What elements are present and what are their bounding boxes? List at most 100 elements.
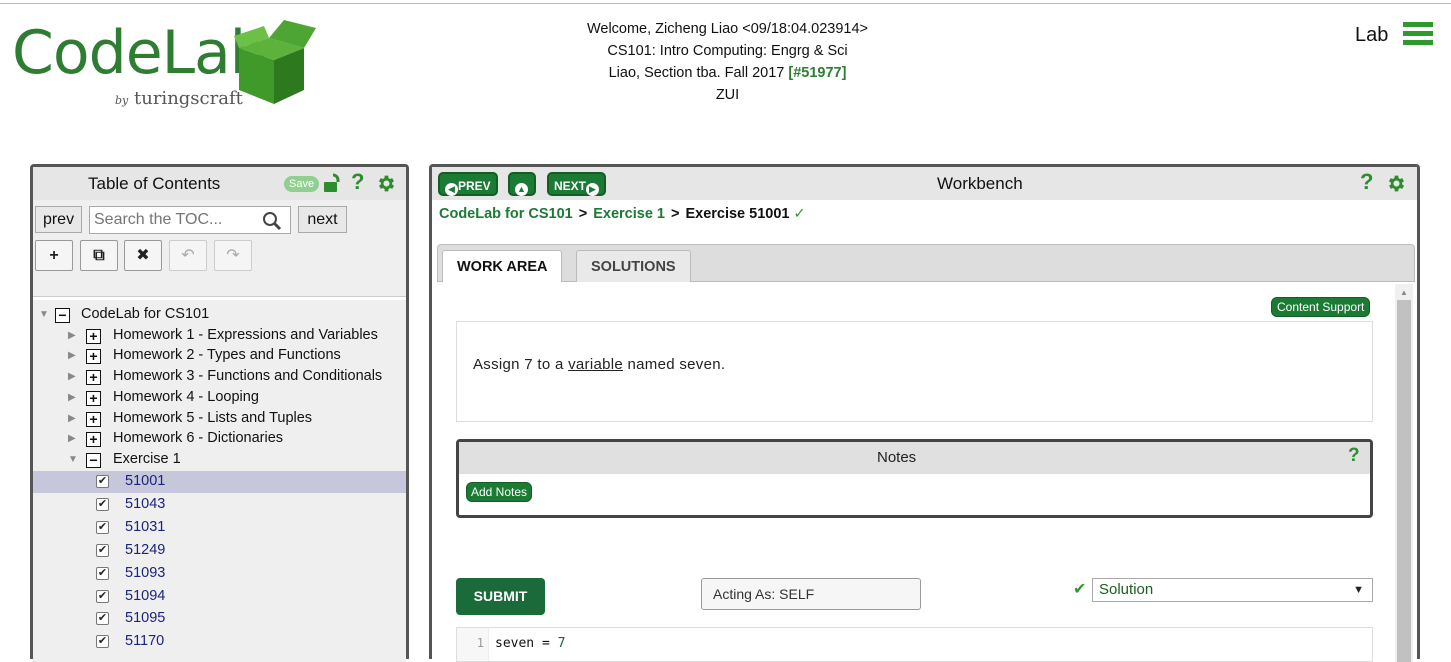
prompt-text: Assign 7 to a variable named seven. — [473, 356, 726, 373]
exercise-item-selected[interactable]: ✔ 51001 — [33, 471, 406, 493]
checkbox-icon[interactable]: ✔ — [96, 521, 109, 534]
gear-icon[interactable] — [1386, 173, 1407, 194]
collapse-triangle-icon[interactable]: ▼ — [68, 454, 78, 465]
exercise-item[interactable]: ✔ 51249 — [33, 540, 406, 562]
next-exercise-button[interactable]: NEXT ▶ — [547, 172, 607, 196]
scroll-up-icon[interactable]: ▲ — [1400, 288, 1408, 297]
notes-panel: Notes ? Add Notes — [456, 439, 1373, 518]
expand-icon[interactable]: + — [86, 349, 101, 364]
scrollbar[interactable]: ▲ — [1395, 284, 1413, 662]
breadcrumb: CodeLab for CS101 > Exercise 1 > Exercise 51… — [439, 206, 806, 222]
exercise-item[interactable]: ✔ 51094 — [33, 586, 406, 608]
acting-as-field[interactable]: Acting As: SELF — [701, 578, 921, 610]
workbench-title: Workbench — [937, 174, 1023, 193]
help-icon[interactable]: ? — [1360, 169, 1373, 195]
next-button[interactable]: next — [298, 206, 347, 233]
chevron-down-icon: ▼ — [1353, 584, 1364, 596]
breadcrumb-current: Exercise 51001 — [685, 206, 790, 222]
toc-title: Table of Contents — [88, 174, 221, 193]
expand-triangle-icon[interactable]: ▶ — [68, 371, 76, 382]
checkbox-icon[interactable]: ✔ — [96, 567, 109, 580]
toc-search — [89, 206, 291, 234]
variable-link[interactable]: variable — [568, 356, 623, 373]
expand-triangle-icon[interactable]: ▶ — [68, 330, 76, 341]
prev-button[interactable]: prev — [35, 206, 82, 233]
expand-triangle-icon[interactable]: ▶ — [68, 413, 76, 424]
tabs-bar: WORK AREA SOLUTIONS — [437, 244, 1415, 282]
redo-icon[interactable]: ↷ — [214, 240, 252, 271]
course-title: CS101: Intro Computing: Engrg & Sci — [607, 43, 848, 59]
breadcrumb-section-link[interactable]: Exercise 1 — [593, 206, 665, 222]
gear-icon[interactable] — [376, 173, 397, 194]
save-button[interactable]: Save — [284, 176, 320, 192]
breadcrumb-root-link[interactable]: CodeLab for CS101 — [439, 206, 573, 222]
help-icon[interactable]: ? — [351, 169, 364, 195]
exercise-item[interactable]: ✔ 51170 — [33, 631, 406, 653]
help-icon[interactable]: ? — [1348, 445, 1360, 467]
top-border — [0, 3, 1451, 4]
expand-triangle-icon[interactable]: ▶ — [68, 350, 76, 361]
solution-select[interactable]: Solution ▼ — [1092, 578, 1373, 602]
search-icon[interactable] — [262, 211, 282, 231]
welcome-text: Welcome, Zicheng Liao <09/18:04.023914> — [586, 21, 869, 37]
arrow-right-icon: ▶ — [586, 183, 600, 196]
copy-node-icon[interactable]: ⧉ — [80, 240, 118, 271]
prev-exercise-button[interactable]: ◀ PREV — [438, 172, 498, 196]
unlock-icon[interactable] — [324, 173, 342, 193]
arrow-up-icon: ▲ — [515, 183, 528, 196]
exercise-item[interactable]: ✔ 51043 — [33, 494, 406, 516]
undo-icon[interactable]: ↶ — [169, 240, 207, 271]
code-editor[interactable]: 1 seven = 7 — [456, 627, 1373, 662]
submit-button[interactable]: SUBMIT — [456, 578, 545, 615]
collapse-icon[interactable]: − — [86, 453, 101, 468]
delete-node-icon[interactable]: ✖ — [124, 240, 162, 271]
toc-panel: Table of Contents Save ? prev next + ⧉ ✖… — [30, 164, 409, 662]
logo-subtitle: by turingscraft — [115, 88, 243, 109]
expand-icon[interactable]: + — [86, 432, 101, 447]
section-id[interactable]: [#51977] — [788, 65, 846, 81]
codelab-logo[interactable]: CodeLab by turingscraft — [12, 18, 316, 110]
checkbox-icon[interactable]: ✔ — [96, 590, 109, 603]
checkbox-icon[interactable]: ✔ — [96, 475, 109, 488]
notes-header: Notes ? — [459, 442, 1370, 474]
checkbox-icon[interactable]: ✔ — [96, 498, 109, 511]
check-icon: ✓ — [793, 206, 806, 222]
exercise-item[interactable]: ✔ 51093 — [33, 563, 406, 585]
lab-label: Lab — [1355, 24, 1389, 46]
logo-text: CodeLab — [12, 18, 268, 88]
exercise-item[interactable]: ✔ 51031 — [33, 517, 406, 539]
collapse-triangle-icon[interactable]: ▼ — [39, 309, 49, 320]
add-notes-button[interactable]: Add Notes — [466, 482, 533, 502]
up-button[interactable]: ▲ — [508, 172, 536, 196]
expand-triangle-icon[interactable]: ▶ — [68, 392, 76, 403]
checkbox-icon[interactable]: ✔ — [96, 544, 109, 557]
add-node-icon[interactable]: + — [35, 240, 73, 271]
check-icon: ✔ — [1073, 581, 1087, 598]
zui-label: ZUI — [715, 87, 740, 103]
expand-icon[interactable]: + — [86, 329, 101, 344]
toc-tree: ▼ − CodeLab for CS101 ▶ + Homework 1 - E… — [33, 300, 406, 662]
arrow-left-icon: ◀ — [445, 183, 458, 196]
checkbox-icon[interactable]: ✔ — [96, 612, 109, 625]
expand-icon[interactable]: + — [86, 391, 101, 406]
content-support-button[interactable]: Content Support — [1271, 297, 1371, 317]
tab-work-area[interactable]: WORK AREA — [442, 250, 563, 282]
workbench-panel: ◀ PREV ▲ NEXT ▶ Workbench ? CodeLab for CS… — [429, 164, 1420, 662]
section-line: Liao, Section tba. Fall 2017 [#51977] — [608, 65, 847, 81]
expand-icon[interactable]: + — [86, 412, 101, 427]
expand-triangle-icon[interactable]: ▶ — [68, 433, 76, 444]
collapse-icon[interactable]: − — [55, 308, 70, 323]
green-box-icon — [234, 20, 316, 104]
tab-solutions[interactable]: SOLUTIONS — [576, 250, 691, 282]
code-line[interactable]: seven = 7 — [495, 636, 565, 651]
exercise-item[interactable]: ✔ 51095 — [33, 608, 406, 630]
expand-icon[interactable]: + — [86, 370, 101, 385]
welcome-block: Welcome, Zicheng Liao <09/18:04.023914> … — [525, 18, 930, 106]
checkbox-icon[interactable]: ✔ — [96, 635, 109, 648]
hamburger-menu-icon[interactable] — [1403, 22, 1433, 48]
line-number: 1 — [457, 628, 489, 661]
search-input[interactable] — [90, 207, 255, 233]
notes-title: Notes — [877, 449, 917, 466]
toc-header: Table of Contents Save ? — [33, 167, 406, 200]
scroll-thumb[interactable] — [1397, 300, 1411, 662]
